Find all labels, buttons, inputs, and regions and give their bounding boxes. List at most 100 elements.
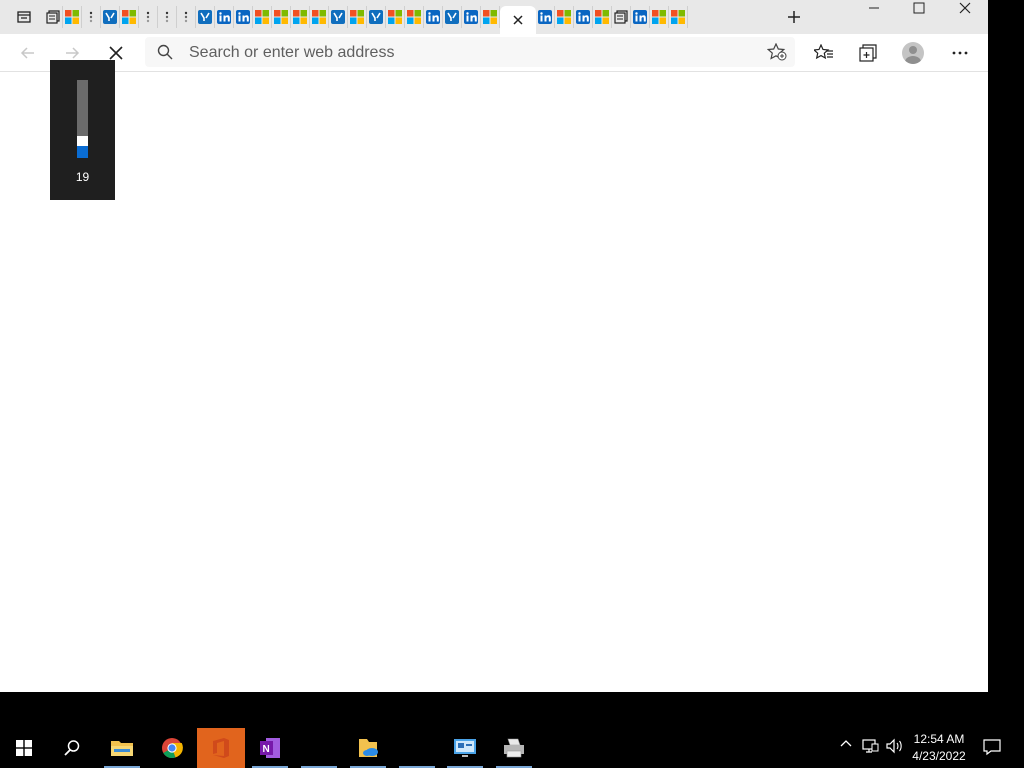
collections-button[interactable] [855, 40, 881, 66]
browser-tab[interactable] [462, 6, 481, 28]
linkedin-icon [464, 10, 478, 24]
taskbar-app-button[interactable] [295, 728, 343, 768]
browser-tab[interactable] [63, 6, 82, 28]
microsoft-icon [407, 10, 421, 24]
speaker-icon [886, 738, 902, 754]
browser-tab[interactable] [215, 6, 234, 28]
windows-start-icon [16, 740, 32, 756]
tab-actions-icon [17, 11, 31, 23]
browser-tab[interactable] [139, 6, 158, 28]
address-bar[interactable] [145, 37, 795, 67]
close-window-button[interactable] [942, 0, 988, 16]
browser-tab[interactable] [158, 6, 177, 28]
collections-icon [859, 44, 877, 62]
onenote-button[interactable]: N [246, 728, 294, 768]
notifications-button[interactable] [983, 738, 1001, 756]
taskbar-app-button-2[interactable] [393, 728, 441, 768]
microsoft-icon [65, 10, 79, 24]
browser-tab[interactable] [612, 6, 631, 28]
browser-tab[interactable] [574, 6, 593, 28]
loading-icon [89, 11, 93, 23]
microsoft-icon [595, 10, 609, 24]
loading-icon [165, 11, 169, 23]
browser-tab[interactable] [555, 6, 574, 28]
onedrive-folder-button[interactable] [344, 728, 392, 768]
onedrive-folder-icon [359, 739, 378, 757]
microsoft-icon [274, 10, 288, 24]
browser-tab[interactable] [177, 6, 196, 28]
browser-tab[interactable] [348, 6, 367, 28]
tab-actions-button[interactable] [14, 7, 34, 27]
browser-tab[interactable] [367, 6, 386, 28]
avatar [902, 42, 924, 64]
search-button[interactable] [48, 728, 96, 768]
clock[interactable]: 12:54 AM 4/23/2022 [906, 731, 972, 765]
yammer-icon [445, 10, 459, 24]
linkedin-icon [538, 10, 552, 24]
favorites-button[interactable] [811, 40, 837, 66]
add-favorite-icon[interactable] [767, 43, 787, 61]
toolbar [0, 34, 988, 72]
back-button[interactable] [15, 40, 41, 66]
volume-slider-thumb[interactable] [77, 136, 88, 146]
browser-tab[interactable] [329, 6, 348, 28]
browser-tab[interactable] [196, 6, 215, 28]
browser-tab[interactable] [82, 6, 101, 28]
browser-tab[interactable] [291, 6, 310, 28]
linkedin-icon [633, 10, 647, 24]
linkedin-icon [217, 10, 231, 24]
clock-date: 4/23/2022 [912, 749, 966, 763]
volume-flyout: 19 [50, 60, 115, 200]
browser-tab[interactable] [593, 6, 612, 28]
browser-tab[interactable] [405, 6, 424, 28]
address-input[interactable] [187, 41, 751, 65]
new-tab-button[interactable] [784, 7, 804, 27]
close-icon[interactable] [511, 13, 525, 27]
volume-button[interactable] [885, 738, 903, 754]
browser-tab[interactable] [650, 6, 669, 28]
browser-tab[interactable] [386, 6, 405, 28]
browser-tab[interactable] [536, 6, 555, 28]
browser-tab[interactable] [481, 6, 500, 28]
linkedin-icon [576, 10, 590, 24]
browser-tab[interactable] [101, 6, 120, 28]
remote-desktop-button[interactable] [441, 728, 489, 768]
printer-button[interactable] [490, 728, 538, 768]
browser-tab[interactable] [443, 6, 462, 28]
microsoft-icon [388, 10, 402, 24]
volume-slider[interactable] [77, 80, 88, 158]
profile-button[interactable] [900, 40, 926, 66]
chrome-button[interactable] [148, 728, 196, 768]
loading-icon [146, 11, 150, 23]
network-icon [862, 739, 879, 753]
tray-overflow-button[interactable] [840, 738, 852, 748]
browser-tab[interactable] [253, 6, 272, 28]
settings-menu-button[interactable] [947, 40, 973, 66]
office-button[interactable] [197, 728, 245, 768]
browser-window: 19 [0, 0, 988, 692]
office-icon [213, 738, 229, 758]
start-button[interactable] [0, 728, 48, 768]
browser-tab[interactable] [310, 6, 329, 28]
taskbar: N 12:54 AM 4/23/2022 [0, 728, 1024, 768]
close-icon [109, 46, 123, 60]
file-explorer-icon [111, 741, 133, 756]
close-icon [959, 2, 971, 14]
browser-tab[interactable] [272, 6, 291, 28]
chrome-icon [162, 738, 183, 759]
maximize-icon [913, 2, 925, 14]
browser-tab[interactable] [234, 6, 253, 28]
browser-tab[interactable] [424, 6, 443, 28]
browser-tab[interactable] [669, 6, 688, 28]
clock-time: 12:54 AM [913, 732, 965, 746]
chevron-up-icon [840, 740, 852, 747]
minimize-button[interactable] [851, 0, 897, 16]
browser-tab[interactable] [120, 6, 139, 28]
maximize-button[interactable] [896, 0, 942, 16]
file-explorer-button[interactable] [98, 728, 146, 768]
browser-tab[interactable] [44, 6, 63, 28]
tab-active[interactable] [500, 6, 536, 34]
linkedin-icon [236, 10, 250, 24]
browser-tab[interactable] [631, 6, 650, 28]
network-button[interactable] [862, 738, 880, 754]
